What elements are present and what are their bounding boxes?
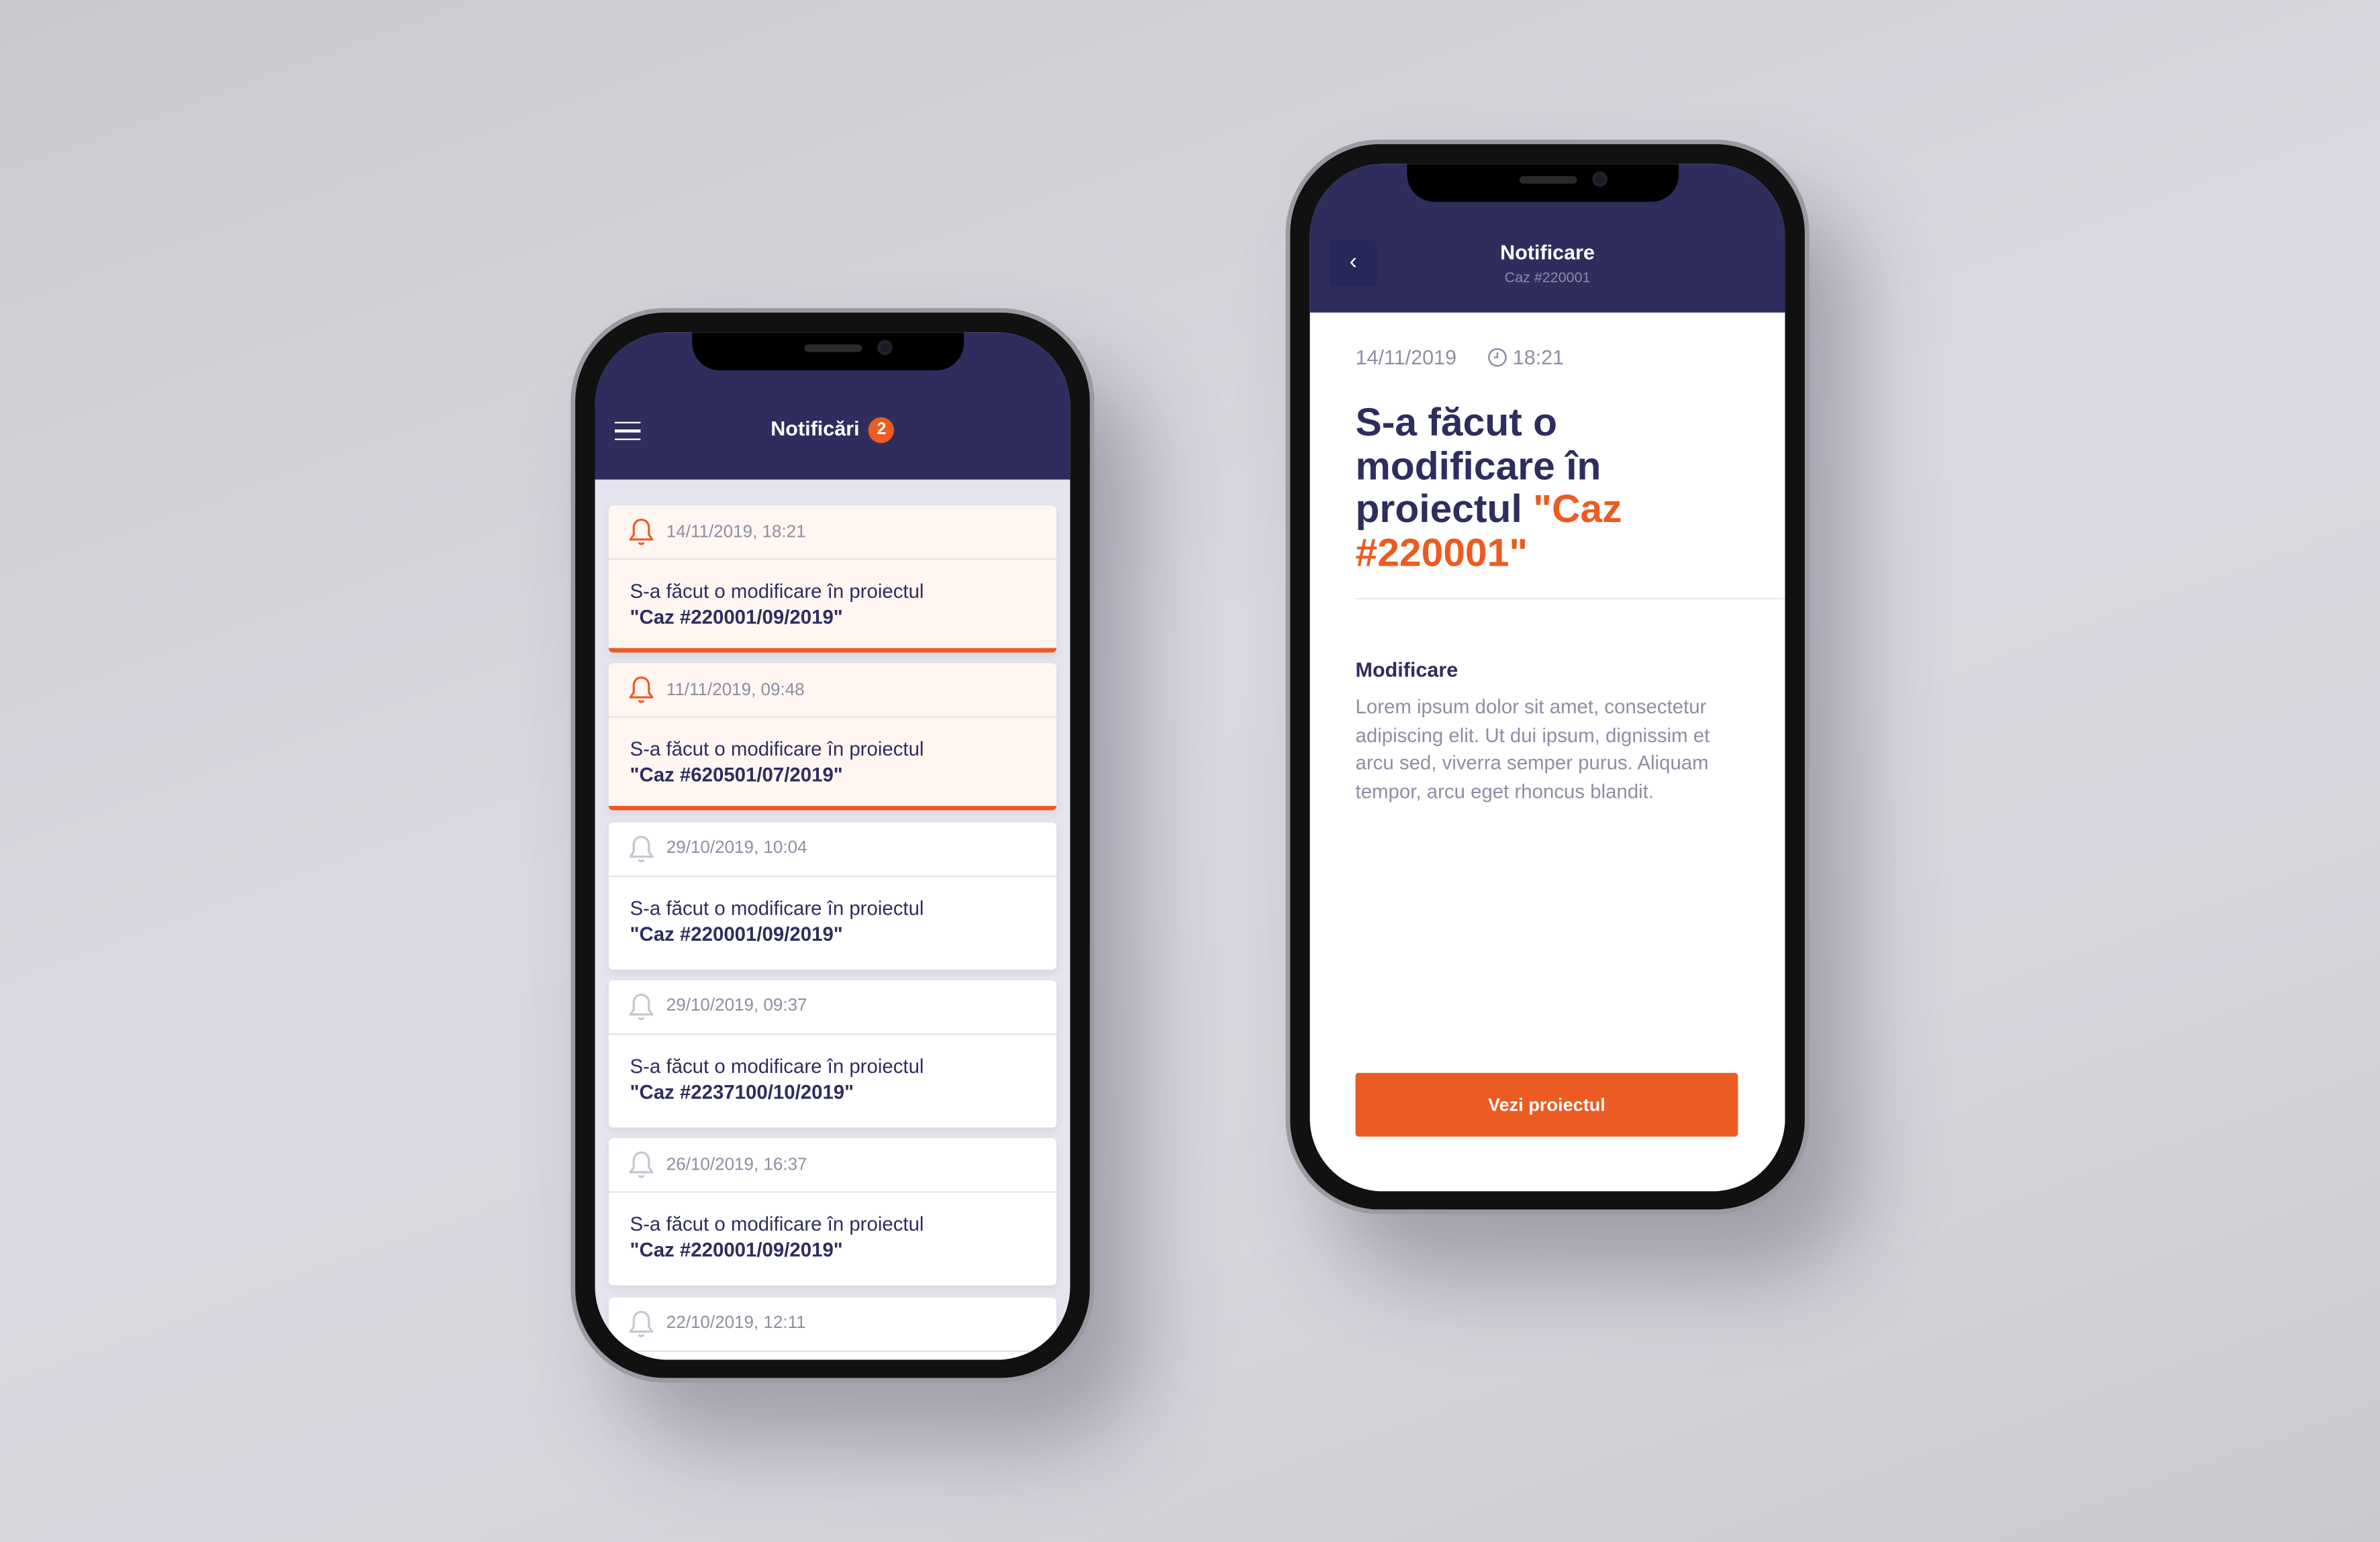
date: 14/11/2019 — [1355, 346, 1457, 369]
page-title: Notificare — [1500, 241, 1595, 264]
card-header: 26/10/2019, 16:37 — [608, 1139, 1057, 1193]
notification-date: 29/10/2019, 09:37 — [666, 997, 807, 1016]
notification-heading: S-a făcut o modificare în proiectul "Caz… — [1356, 400, 1705, 574]
message-text: S-a făcut o modificare în proiectul — [630, 579, 924, 603]
notifications-screen: Notificări 2 14/11/2019, 18:21 S-a făcut o… — [595, 332, 1071, 1360]
notification-message: S-a făcut o modificare în proiectul "Caz … — [609, 876, 1056, 964]
project-name: "Caz #620501/07/2019" — [630, 764, 843, 787]
section-title: Modificare — [1355, 658, 1458, 682]
page-subtitle: Caz #220001 — [1504, 270, 1591, 287]
title-text: Notificări — [771, 417, 860, 440]
notification-date: 26/10/2019, 16:37 — [666, 1155, 807, 1174]
project-name: "Caz #220001/09/2019" — [630, 1238, 843, 1262]
card-header: 22/10/2019, 12:11 — [608, 1296, 1057, 1351]
card-header: 11/11/2019, 09:48 — [608, 664, 1057, 719]
clock-icon — [1487, 348, 1506, 367]
notification-message: S-a făcut o modificare în proiectul "Caz … — [609, 1035, 1056, 1123]
phone-notifications-list: Notificări 2 14/11/2019, 18:21 S-a făcut o… — [571, 308, 1095, 1383]
time: 18:21 — [1512, 346, 1565, 369]
phone-notification-detail: ‹ Notificare Caz #220001 14/11/2019 18:2… — [1285, 140, 1809, 1215]
notification-message — [609, 1351, 1056, 1359]
notification-message: S-a făcut o modificare în proiectul "Caz … — [609, 560, 1056, 648]
message-text: S-a făcut o modificare în proiectul — [630, 1213, 924, 1236]
message-text: S-a făcut o modificare în proiectul — [630, 896, 924, 919]
speaker — [804, 344, 862, 352]
notch — [692, 332, 964, 370]
project-name: "Caz #220001/09/2019" — [630, 922, 843, 945]
bell-icon — [629, 1310, 654, 1337]
notification-date: 22/10/2019, 12:11 — [666, 1314, 806, 1333]
section-body: Lorem ipsum dolor sit amet, consectetur … — [1355, 695, 1710, 803]
notification-card[interactable]: 29/10/2019, 10:04 S-a făcut o modificare … — [608, 821, 1057, 970]
notch — [1407, 164, 1679, 202]
notification-card[interactable]: 22/10/2019, 12:11 — [608, 1296, 1057, 1360]
page-title: Notificări 2 — [595, 417, 1071, 444]
notification-message: S-a făcut o modificare în proiectul "Caz … — [609, 1193, 1056, 1281]
notification-card[interactable]: 11/11/2019, 09:48 S-a făcut o modificare … — [608, 663, 1057, 811]
detail-body: 14/11/2019 18:21 S-a făcut o modificare … — [1309, 312, 1785, 1192]
notification-date: 14/11/2019, 18:21 — [666, 523, 806, 542]
project-name: "Caz #2237100/10/2019" — [630, 1080, 854, 1103]
date-time: 14/11/2019 18:21 — [1356, 346, 1565, 369]
message-text: S-a făcut o modificare în proiectul — [630, 1054, 924, 1078]
unread-badge: 2 — [869, 417, 895, 444]
detail-screen: ‹ Notificare Caz #220001 14/11/2019 18:2… — [1309, 164, 1785, 1192]
speaker — [1519, 176, 1577, 184]
divider — [1355, 598, 1785, 600]
notification-message: S-a făcut o modificare în proiectul "Caz … — [609, 718, 1056, 806]
notification-card[interactable]: 14/11/2019, 18:21 S-a făcut o modificare … — [608, 505, 1057, 653]
bell-icon — [629, 993, 654, 1020]
card-header: 29/10/2019, 10:04 — [608, 822, 1057, 877]
bell-icon — [629, 518, 654, 546]
bell-icon — [629, 1151, 654, 1178]
message-text: S-a făcut o modificare în proiectul — [630, 737, 924, 761]
card-header: 29/10/2019, 09:37 — [608, 980, 1057, 1035]
notification-date: 11/11/2019, 09:48 — [666, 680, 805, 700]
bell-icon — [629, 676, 654, 704]
project-name: "Caz #220001/09/2019" — [630, 605, 843, 629]
notification-date: 29/10/2019, 10:04 — [666, 839, 807, 858]
view-project-button[interactable]: Vezi proiectul — [1355, 1072, 1738, 1137]
card-header: 14/11/2019, 18:21 — [608, 505, 1057, 560]
notification-card[interactable]: 29/10/2019, 09:37 S-a făcut o modificare … — [608, 980, 1057, 1128]
bell-icon — [629, 835, 654, 862]
camera — [1592, 171, 1607, 187]
notification-card[interactable]: 26/10/2019, 16:37 S-a făcut o modificare … — [608, 1138, 1057, 1286]
camera — [877, 340, 893, 356]
